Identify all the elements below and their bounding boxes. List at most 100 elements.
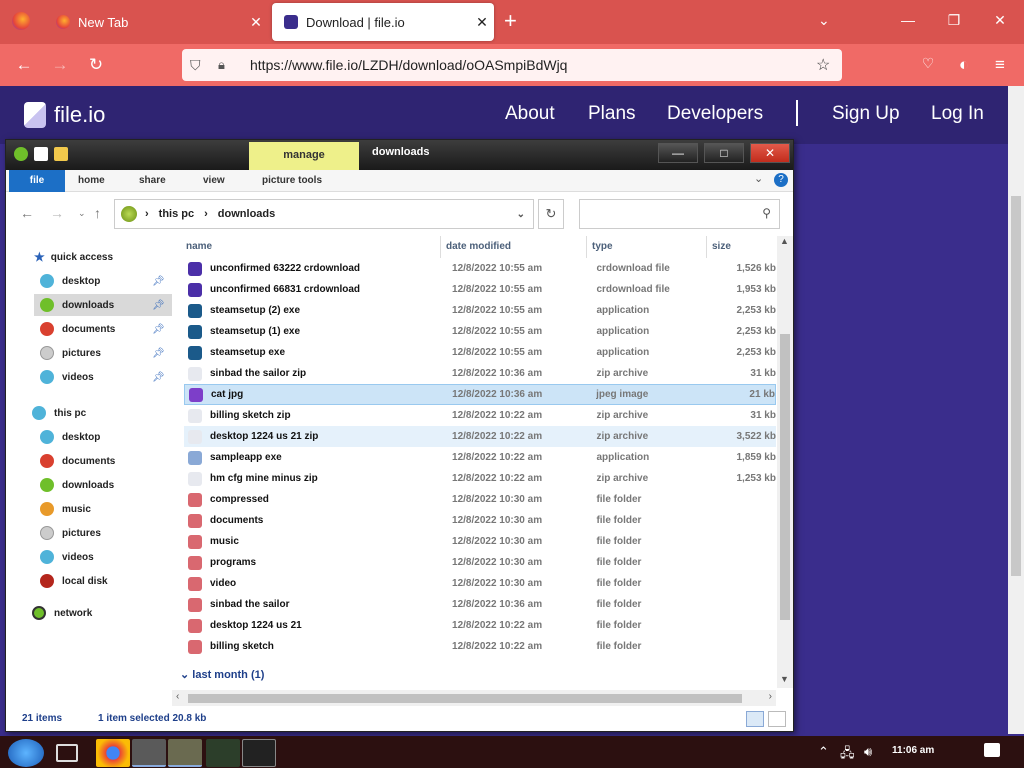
file-list-horizontal-scrollbar[interactable]: ‹ › — [172, 690, 776, 706]
account-icon[interactable]: ◐ — [954, 55, 974, 75]
nav-pc-music[interactable]: music — [40, 498, 91, 520]
page-scrollbar-thumb[interactable] — [1011, 196, 1021, 576]
ribbon-tab-view[interactable]: view — [193, 170, 235, 192]
clock[interactable]: 11:06 am — [892, 745, 934, 756]
nav-this-pc[interactable]: this pc — [32, 402, 86, 424]
back-arrow-icon[interactable]: ← — [14, 55, 34, 75]
nav-quick-desktop[interactable]: desktop — [40, 270, 170, 292]
nav-pc-documents[interactable]: documents — [40, 450, 115, 472]
close-tab-icon[interactable]: ✕ — [244, 14, 268, 31]
pin-icon[interactable]: 📌︎ — [152, 276, 165, 287]
ribbon-context-tab[interactable]: manage — [249, 142, 359, 170]
file-row[interactable]: steamsetup (1) exe 12/8/2022 10:55 am appl… — [184, 321, 776, 342]
pin-icon[interactable]: 📌︎ — [152, 372, 165, 383]
recent-locations-chevron-icon[interactable]: ⌄ — [78, 208, 86, 219]
page-scrollbar[interactable] — [1008, 86, 1024, 734]
file-row[interactable]: unconfirmed 66831 crdownload 12/8/2022 10… — [184, 279, 776, 300]
ribbon-tab-file[interactable]: file — [9, 170, 65, 192]
file-row[interactable]: sinbad the sailor 12/8/2022 10:36 am file … — [184, 594, 776, 615]
close-button[interactable]: ✕ — [750, 143, 790, 163]
expand-ribbon-chevron-icon[interactable]: ⌄ — [754, 172, 763, 185]
ribbon-tab-home[interactable]: home — [68, 170, 115, 192]
large-icons-view-icon[interactable] — [768, 711, 786, 727]
minimize-button[interactable]: — — [658, 143, 698, 163]
file-row[interactable]: desktop 1224 us 21 12/8/2022 10:22 am file… — [184, 615, 776, 636]
git-icon[interactable] — [206, 739, 240, 767]
new-tab-plus-icon[interactable]: + — [504, 10, 517, 32]
file-row[interactable]: video 12/8/2022 10:30 am file folder — [184, 573, 776, 594]
checkmark-icon[interactable] — [34, 147, 48, 161]
file-row[interactable]: desktop 1224 us 21 zip 12/8/2022 10:22 am… — [184, 426, 776, 447]
tracking-shield-icon[interactable]: ⛉ — [190, 57, 208, 74]
show-hidden-icons-chevron[interactable]: ⌃ — [818, 744, 829, 760]
explorer-titlebar[interactable]: manage downloads — □ ✕ — [6, 140, 793, 170]
url-text[interactable]: https://www.file.io/LZDH/download/oOASmp… — [250, 57, 816, 73]
column-divider[interactable] — [440, 236, 441, 258]
minimize-icon[interactable]: — — [898, 12, 918, 28]
column-header-name[interactable]: name — [186, 236, 212, 258]
close-tab-icon[interactable]: ✕ — [470, 14, 494, 31]
properties-icon[interactable] — [14, 147, 28, 161]
nav-sign-up[interactable]: Sign Up — [832, 103, 900, 125]
tab-new-tab[interactable]: New Tab ✕ — [44, 3, 268, 41]
pin-icon[interactable]: 📌︎ — [152, 324, 165, 335]
ribbon-tab-picture-tools[interactable]: picture tools — [252, 170, 332, 192]
scrollbar-thumb[interactable] — [188, 694, 742, 703]
network-tray-icon[interactable]: 🖧︎ — [840, 744, 855, 766]
back-arrow-icon[interactable]: ← — [20, 205, 34, 221]
file-row[interactable]: steamsetup (2) exe 12/8/2022 10:55 am appl… — [184, 300, 776, 321]
nav-pc-pictures[interactable]: pictures — [40, 522, 101, 544]
nav-developers[interactable]: Developers — [667, 103, 763, 125]
breadcrumb-this-pc[interactable]: this pc — [159, 208, 194, 220]
file-row[interactable]: billing sketch zip 12/8/2022 10:22 am zip … — [184, 405, 776, 426]
file-row[interactable]: cat jpg 12/8/2022 10:36 am jpeg image 21 kb — [184, 384, 776, 405]
restore-icon[interactable]: ❐ — [944, 12, 964, 29]
pin-icon[interactable]: 📌︎ — [152, 300, 165, 311]
column-divider[interactable] — [706, 236, 707, 258]
nav-pc-desktop[interactable]: desktop — [40, 426, 100, 448]
file-explorer-taskbar-icon[interactable] — [168, 739, 202, 767]
list-tabs-chevron-icon[interactable]: ⌄ — [818, 12, 830, 29]
file-row[interactable]: steamsetup exe 12/8/2022 10:55 am applicat… — [184, 342, 776, 363]
nav-about[interactable]: About — [505, 103, 555, 125]
nav-pc-local-disk[interactable]: local disk — [40, 570, 108, 592]
file-row[interactable]: programs 12/8/2022 10:30 am file folder — [184, 552, 776, 573]
nav-quick-documents[interactable]: documents — [40, 318, 170, 340]
group-header[interactable]: ⌄ last month (1) — [180, 668, 264, 681]
scroll-up-icon[interactable]: ▲ — [780, 236, 789, 246]
reload-icon[interactable]: ↻ — [86, 55, 106, 75]
nav-pc-downloads[interactable]: downloads — [40, 474, 114, 496]
file-row[interactable]: hm cfg mine minus zip 12/8/2022 10:22 am z… — [184, 468, 776, 489]
scroll-down-icon[interactable]: ▼ — [780, 674, 789, 684]
help-icon[interactable]: ? — [774, 173, 788, 187]
file-row[interactable]: sinbad the sailor zip 12/8/2022 10:36 am z… — [184, 363, 776, 384]
bookmark-star-icon[interactable]: ☆ — [816, 55, 842, 75]
file-row[interactable]: documents 12/8/2022 10:30 am file folder — [184, 510, 776, 531]
scroll-left-icon[interactable]: ‹ — [176, 691, 179, 702]
task-view-icon[interactable] — [56, 744, 78, 762]
volume-icon[interactable]: 🔊︎ — [864, 744, 872, 760]
scroll-right-icon[interactable]: › — [769, 691, 772, 702]
details-view-icon[interactable] — [746, 711, 764, 727]
file-list-vertical-scrollbar[interactable]: ▲ ▼ — [777, 236, 793, 688]
forward-arrow-icon[interactable]: → — [50, 55, 70, 75]
tab-download[interactable]: Download | file.io ✕ — [272, 3, 494, 41]
address-box[interactable]: › this pc › downloads ⌄ — [114, 199, 534, 229]
column-header-size[interactable]: size — [712, 236, 731, 258]
nav-log-in[interactable]: Log In — [931, 103, 984, 125]
file-row[interactable]: music 12/8/2022 10:30 am file folder — [184, 531, 776, 552]
breadcrumb-downloads[interactable]: downloads — [218, 208, 275, 220]
refresh-icon[interactable]: ↻ — [538, 199, 564, 229]
nav-quick-videos[interactable]: videos — [40, 366, 170, 388]
file-row[interactable]: unconfirmed 63222 crdownload 12/8/2022 10… — [184, 258, 776, 279]
address-bar[interactable]: ⛉ 🔒︎ https://www.file.io/LZDH/download/o… — [182, 49, 842, 81]
new-folder-icon[interactable] — [54, 147, 68, 161]
site-logo[interactable]: file.io — [24, 102, 105, 128]
search-input[interactable]: ⚲ — [579, 199, 780, 229]
command-prompt-icon[interactable] — [242, 739, 276, 767]
up-arrow-icon[interactable]: ↑ — [94, 205, 101, 221]
scrollbar-thumb[interactable] — [780, 334, 790, 620]
menu-hamburger-icon[interactable]: ≡ — [990, 55, 1010, 75]
close-window-icon[interactable]: ✕ — [990, 12, 1010, 29]
maximize-button[interactable]: □ — [704, 143, 744, 163]
